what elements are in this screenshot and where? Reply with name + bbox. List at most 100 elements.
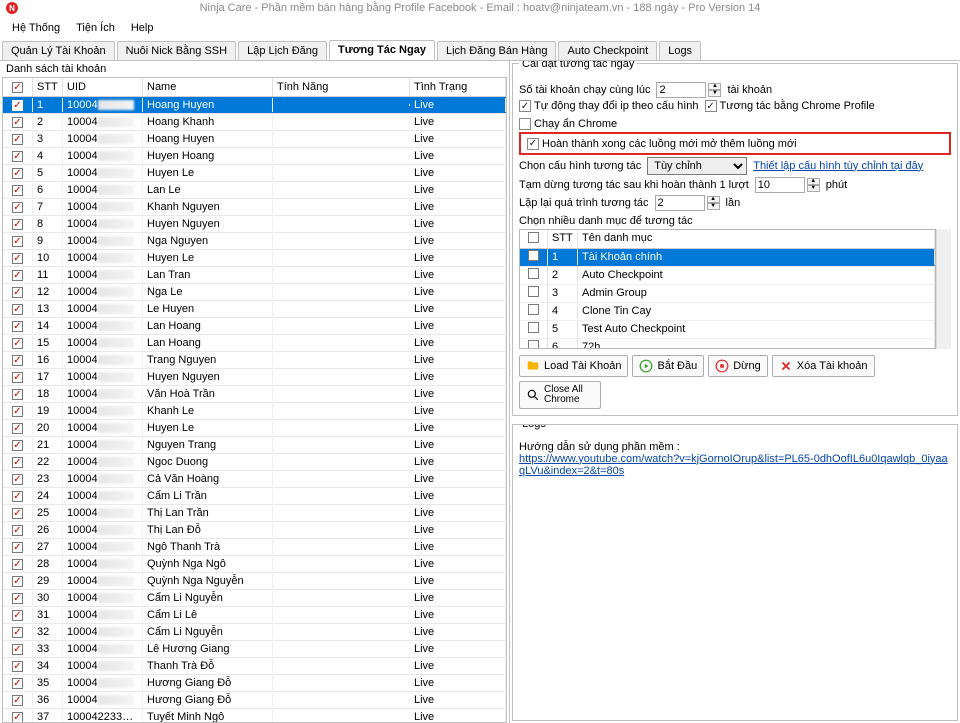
row-checkbox[interactable] (12, 491, 23, 502)
accounts-table[interactable]: STT UID Name Tính Năng Tình Trạng 110004… (2, 77, 507, 723)
menu-tiện-ích[interactable]: Tiện Ích (68, 20, 123, 36)
cat-checkbox[interactable] (528, 304, 539, 315)
category-row[interactable]: 2Auto Checkpoint (520, 267, 935, 285)
account-row[interactable]: 3110004Cẩm Li LêLive (3, 607, 506, 624)
category-row[interactable]: 4Clone Tin Cay (520, 303, 935, 321)
row-checkbox[interactable] (12, 321, 23, 332)
header-name[interactable]: Name (143, 78, 273, 96)
close-chrome-button[interactable]: Close All Chrome (519, 381, 601, 409)
start-button[interactable]: Bắt Đầu (632, 355, 704, 377)
load-accounts-button[interactable]: Load Tài Khoản (519, 355, 628, 377)
concurrent-spinner[interactable]: ▲▼ (708, 83, 721, 97)
row-checkbox[interactable] (12, 644, 23, 655)
account-row[interactable]: 1710004Huyen NguyenLive (3, 369, 506, 386)
account-row[interactable]: 2910004Quỳnh Nga NguyễnLive (3, 573, 506, 590)
account-row[interactable]: 2310004Cả Văn HoàngLive (3, 471, 506, 488)
header-tt[interactable]: Tình Trạng (410, 78, 506, 96)
header-uid[interactable]: UID (63, 78, 143, 96)
account-row[interactable]: 510004Huyen LeLive (3, 165, 506, 182)
account-row[interactable]: 2510004Thị Lan TrầnLive (3, 505, 506, 522)
pause-spinner[interactable]: ▲▼ (807, 178, 820, 192)
row-checkbox[interactable] (12, 270, 23, 281)
row-checkbox[interactable] (12, 576, 23, 587)
row-checkbox[interactable] (12, 389, 23, 400)
row-checkbox[interactable] (12, 219, 23, 230)
account-row[interactable]: 810004Huyen NguyenLive (3, 216, 506, 233)
row-checkbox[interactable] (12, 134, 23, 145)
finish-threads-checkbox[interactable]: Hoàn thành xong các luồng mới mở thêm lu… (527, 138, 797, 150)
row-checkbox[interactable] (12, 338, 23, 349)
cat-scrollbar[interactable] (936, 229, 951, 349)
row-checkbox[interactable] (12, 287, 23, 298)
row-checkbox[interactable] (12, 593, 23, 604)
account-row[interactable]: 2410004Cẩm Li TrầnLive (3, 488, 506, 505)
config-link[interactable]: Thiết lập cấu hình tùy chỉnh tại đây (753, 160, 923, 172)
account-row[interactable]: 2810004Quỳnh Nga NgôLive (3, 556, 506, 573)
account-row[interactable]: 2010004Huyen LeLive (3, 420, 506, 437)
row-checkbox[interactable] (12, 627, 23, 638)
hidden-chrome-checkbox[interactable]: Chạy ẩn Chrome (519, 118, 617, 130)
tab-nu-i-nick-b-ng-ssh[interactable]: Nuôi Nick Bằng SSH (117, 41, 237, 60)
row-checkbox[interactable] (12, 253, 23, 264)
menu-hệ-thống[interactable]: Hệ Thống (4, 20, 68, 36)
account-row[interactable]: 3610004Hương Giang ĐỗLive (3, 692, 506, 709)
row-checkbox[interactable] (12, 610, 23, 621)
config-select[interactable]: Tùy chỉnh (647, 157, 747, 175)
cat-checkbox[interactable] (528, 340, 539, 349)
row-checkbox[interactable] (12, 355, 23, 366)
account-row[interactable]: 710004Khanh NguyenLive (3, 199, 506, 216)
row-checkbox[interactable] (12, 151, 23, 162)
account-row[interactable]: 1510004Lan HoangLive (3, 335, 506, 352)
row-checkbox[interactable] (12, 406, 23, 417)
category-row[interactable]: 5Test Auto Checkpoint (520, 321, 935, 339)
account-row[interactable]: 2610004Thị Lan ĐỗLive (3, 522, 506, 539)
row-checkbox[interactable] (12, 678, 23, 689)
log-youtube-link[interactable]: https://www.youtube.com/watch?v=kjGornoI… (519, 453, 951, 477)
account-row[interactable]: 210004Hoang KhanhLive (3, 114, 506, 131)
account-row[interactable]: 310004Hoang HuyenLive (3, 131, 506, 148)
header-tn[interactable]: Tính Năng (273, 78, 410, 96)
cat-select-all[interactable] (528, 232, 539, 243)
repeat-input[interactable] (655, 195, 705, 211)
row-checkbox[interactable] (12, 712, 23, 723)
account-row[interactable]: 2110004Nguyen TrangLive (3, 437, 506, 454)
account-row[interactable]: 1810004Văn Hoà TrầnLive (3, 386, 506, 403)
header-stt[interactable]: STT (33, 78, 63, 96)
repeat-spinner[interactable]: ▲▼ (707, 196, 720, 210)
tab-l-ch-ng-b-n-h-ng[interactable]: Lịch Đăng Bán Hàng (437, 41, 557, 60)
stop-button[interactable]: Dừng (708, 355, 768, 377)
account-row[interactable]: 1410004Lan HoangLive (3, 318, 506, 335)
tab-auto-checkpoint[interactable]: Auto Checkpoint (558, 41, 657, 60)
tab-logs[interactable]: Logs (659, 41, 701, 60)
row-checkbox[interactable] (12, 168, 23, 179)
account-row[interactable]: 3710004223351509Tuyết Minh NgôLive (3, 709, 506, 723)
row-checkbox[interactable] (12, 508, 23, 519)
cat-checkbox[interactable] (528, 268, 539, 279)
account-row[interactable]: 1310004Le HuyenLive (3, 301, 506, 318)
delete-button[interactable]: Xóa Tài khoản (772, 355, 875, 377)
account-row[interactable]: 3010004Cẩm Li NguyễnLive (3, 590, 506, 607)
category-row[interactable]: 1Tài Khoản chính (520, 249, 935, 267)
tab-l-p-l-ch-ng[interactable]: Lập Lịch Đăng (238, 41, 327, 60)
cat-header-name[interactable]: Tên danh mục (578, 230, 935, 248)
account-row[interactable]: 1210004Nga LeLive (3, 284, 506, 301)
tab-qu-n-l-t-i-kho-n[interactable]: Quản Lý Tài Khoản (2, 41, 115, 60)
account-row[interactable]: 3410004Thanh Trà ĐỗLive (3, 658, 506, 675)
menu-help[interactable]: Help (123, 20, 162, 36)
row-checkbox[interactable] (12, 236, 23, 247)
account-row[interactable]: 1610004Trang NguyenLive (3, 352, 506, 369)
cat-header-stt[interactable]: STT (548, 230, 578, 248)
chrome-profile-checkbox[interactable]: Tương tác bằng Chrome Profile (705, 100, 875, 112)
row-checkbox[interactable] (12, 559, 23, 570)
account-row[interactable]: 2710004Ngô Thanh TràLive (3, 539, 506, 556)
account-row[interactable]: 1110004Lan TranLive (3, 267, 506, 284)
auto-ip-checkbox[interactable]: Tự động thay đổi ip theo cấu hình (519, 100, 699, 112)
row-checkbox[interactable] (12, 202, 23, 213)
account-row[interactable]: 3310004Lê Hương GiangLive (3, 641, 506, 658)
cat-checkbox[interactable] (528, 250, 539, 261)
tab-t-ng-t-c-ngay[interactable]: Tương Tác Ngay (329, 40, 435, 60)
category-row[interactable]: 672h (520, 339, 935, 349)
account-row[interactable]: 1010004Huyen LeLive (3, 250, 506, 267)
row-checkbox[interactable] (12, 440, 23, 451)
row-checkbox[interactable] (12, 542, 23, 553)
